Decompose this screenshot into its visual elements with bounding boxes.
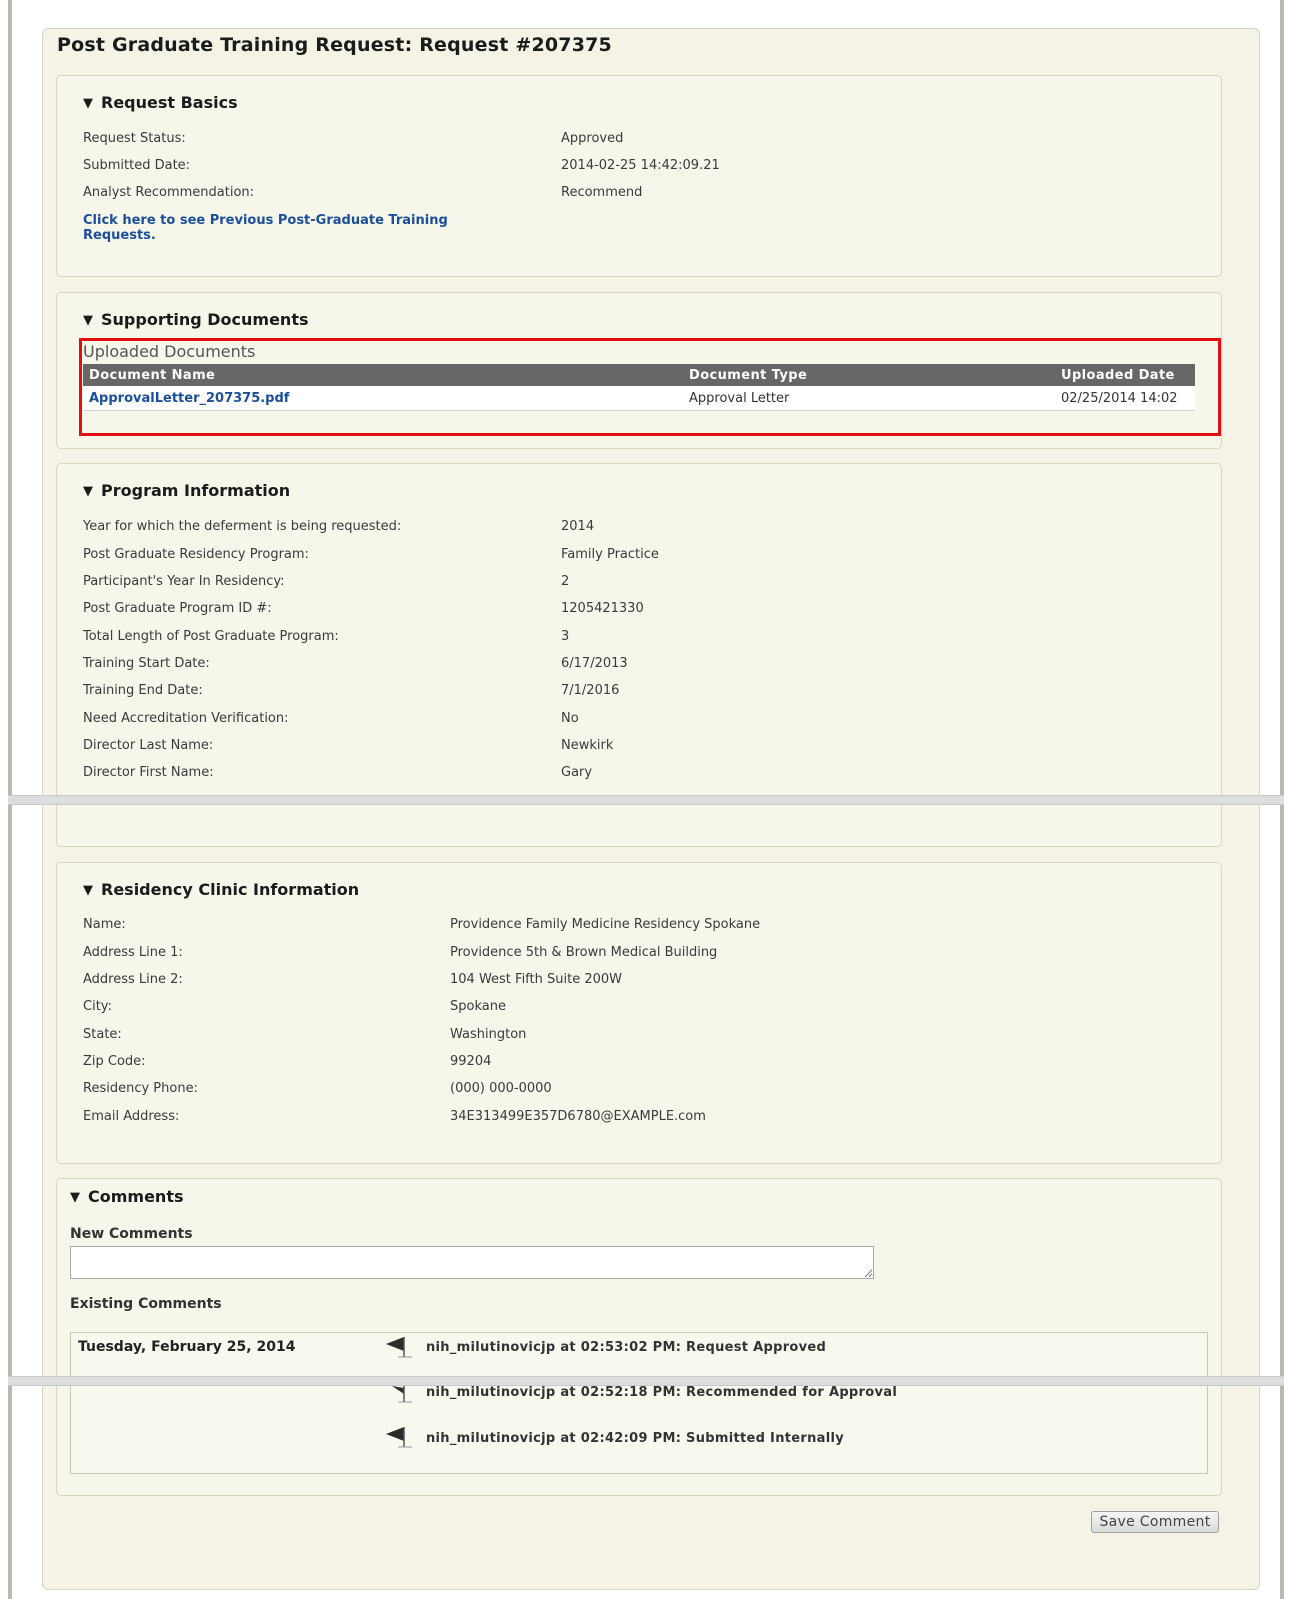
email-address-value: 34E313499E357D6780@EXAMPLE.com bbox=[450, 1109, 706, 1124]
column-document-name: Document Name bbox=[83, 364, 683, 386]
address-line-2-label: Address Line 2: bbox=[83, 972, 183, 987]
residency-program-label: Post Graduate Residency Program: bbox=[83, 547, 309, 562]
training-start-label: Training Start Date: bbox=[83, 656, 210, 671]
uploaded-date-cell: 02/25/2014 14:02 bbox=[1055, 386, 1195, 411]
document-name-cell: ApprovalLetter_207375.pdf bbox=[83, 386, 683, 411]
program-information-header[interactable]: ▼ Program Information bbox=[83, 481, 290, 500]
document-type-cell: Approval Letter bbox=[683, 386, 1055, 411]
collapse-triangle-icon: ▼ bbox=[83, 96, 93, 111]
section-title: Residency Clinic Information bbox=[101, 880, 360, 899]
residency-phone-value: (000) 000-0000 bbox=[450, 1081, 552, 1096]
email-address-label: Email Address: bbox=[83, 1109, 180, 1124]
new-comments-label: New Comments bbox=[70, 1226, 193, 1242]
previous-requests-link[interactable]: Click here to see Previous Post-Graduate… bbox=[83, 213, 448, 243]
deferment-year-value: 2014 bbox=[561, 519, 595, 534]
zip-code-value: 99204 bbox=[450, 1054, 492, 1069]
address-line-1-label: Address Line 1: bbox=[83, 945, 183, 960]
clinic-name-value: Providence Family Medicine Residency Spo… bbox=[450, 917, 761, 932]
comment-entry: nih_milutinovicjp at 02:42:09 PM: Submit… bbox=[426, 1431, 845, 1446]
table-row: ApprovalLetter_207375.pdf Approval Lette… bbox=[83, 386, 1195, 411]
flag-icon bbox=[392, 1386, 412, 1403]
residency-program-value: Family Practice bbox=[561, 547, 659, 562]
section-title: Comments bbox=[88, 1187, 184, 1206]
supporting-documents-header[interactable]: ▼ Supporting Documents bbox=[83, 310, 308, 329]
zip-code-label: Zip Code: bbox=[83, 1054, 146, 1069]
uploaded-documents-caption: Uploaded Documents bbox=[83, 342, 256, 361]
program-length-value: 3 bbox=[561, 629, 570, 644]
collapse-triangle-icon: ▼ bbox=[83, 313, 93, 328]
year-in-residency-label: Participant's Year In Residency: bbox=[83, 574, 285, 589]
director-first-name-value: Gary bbox=[561, 765, 593, 780]
residency-phone-label: Residency Phone: bbox=[83, 1081, 198, 1096]
analyst-recommendation-label: Analyst Recommendation: bbox=[83, 185, 255, 200]
section-title: Request Basics bbox=[101, 93, 238, 112]
flag-icon bbox=[386, 1427, 412, 1448]
city-value: Spokane bbox=[450, 999, 506, 1014]
accreditation-label: Need Accreditation Verification: bbox=[83, 711, 289, 726]
existing-comments-label: Existing Comments bbox=[70, 1296, 222, 1312]
link-line-2: Requests. bbox=[83, 228, 156, 243]
training-end-label: Training End Date: bbox=[83, 683, 203, 698]
training-start-value: 6/17/2013 bbox=[561, 656, 628, 671]
comment-entry: nih_milutinovicjp at 02:53:02 PM: Reques… bbox=[426, 1340, 827, 1355]
flag-icon bbox=[386, 1337, 412, 1358]
accreditation-value: No bbox=[561, 711, 579, 726]
page-title: Post Graduate Training Request: Request … bbox=[57, 34, 612, 56]
save-comment-button[interactable]: Save Comment bbox=[1091, 1511, 1219, 1533]
documents-table: Document Name Document Type Uploaded Dat… bbox=[83, 364, 1195, 411]
director-first-name-label: Director First Name: bbox=[83, 765, 214, 780]
document-link[interactable]: ApprovalLetter_207375.pdf bbox=[89, 391, 289, 406]
table-header-row: Document Name Document Type Uploaded Dat… bbox=[83, 364, 1195, 386]
director-last-name-label: Director Last Name: bbox=[83, 738, 214, 753]
residency-clinic-header[interactable]: ▼ Residency Clinic Information bbox=[83, 880, 359, 899]
comment-entry: nih_milutinovicjp at 02:52:18 PM: Recomm… bbox=[426, 1385, 898, 1400]
program-id-value: 1205421330 bbox=[561, 601, 644, 616]
program-id-label: Post Graduate Program ID #: bbox=[83, 601, 272, 616]
submitted-date-value: 2014-02-25 14:42:09.21 bbox=[561, 158, 720, 173]
request-basics-header[interactable]: ▼ Request Basics bbox=[83, 93, 238, 112]
program-length-label: Total Length of Post Graduate Program: bbox=[83, 629, 339, 644]
state-label: State: bbox=[83, 1027, 122, 1042]
training-end-value: 7/1/2016 bbox=[561, 683, 620, 698]
section-title: Supporting Documents bbox=[101, 310, 309, 329]
new-comment-textarea[interactable] bbox=[70, 1246, 874, 1279]
submitted-date-label: Submitted Date: bbox=[83, 158, 191, 173]
director-last-name-value: Newkirk bbox=[561, 738, 614, 753]
deferment-year-label: Year for which the deferment is being re… bbox=[83, 519, 402, 534]
analyst-recommendation-value: Recommend bbox=[561, 185, 643, 200]
address-line-1-value: Providence 5th & Brown Medical Building bbox=[450, 945, 718, 960]
section-title: Program Information bbox=[101, 481, 291, 500]
state-value: Washington bbox=[450, 1027, 527, 1042]
collapse-triangle-icon: ▼ bbox=[83, 883, 93, 898]
column-uploaded-date: Uploaded Date bbox=[1055, 364, 1195, 386]
collapse-triangle-icon: ▼ bbox=[70, 1190, 80, 1205]
address-line-2-value: 104 West Fifth Suite 200W bbox=[450, 972, 622, 987]
column-document-type: Document Type bbox=[683, 364, 1055, 386]
city-label: City: bbox=[83, 999, 112, 1014]
comments-header[interactable]: ▼ Comments bbox=[70, 1187, 184, 1206]
year-in-residency-value: 2 bbox=[561, 574, 570, 589]
collapse-triangle-icon: ▼ bbox=[83, 484, 93, 499]
link-line-1: Click here to see Previous Post-Graduate… bbox=[83, 213, 448, 228]
screenshot-stitch-divider bbox=[8, 795, 1284, 805]
request-status-value: Approved bbox=[561, 131, 624, 146]
request-status-label: Request Status: bbox=[83, 131, 186, 146]
clinic-name-label: Name: bbox=[83, 917, 126, 932]
comment-date: Tuesday, February 25, 2014 bbox=[78, 1339, 296, 1355]
